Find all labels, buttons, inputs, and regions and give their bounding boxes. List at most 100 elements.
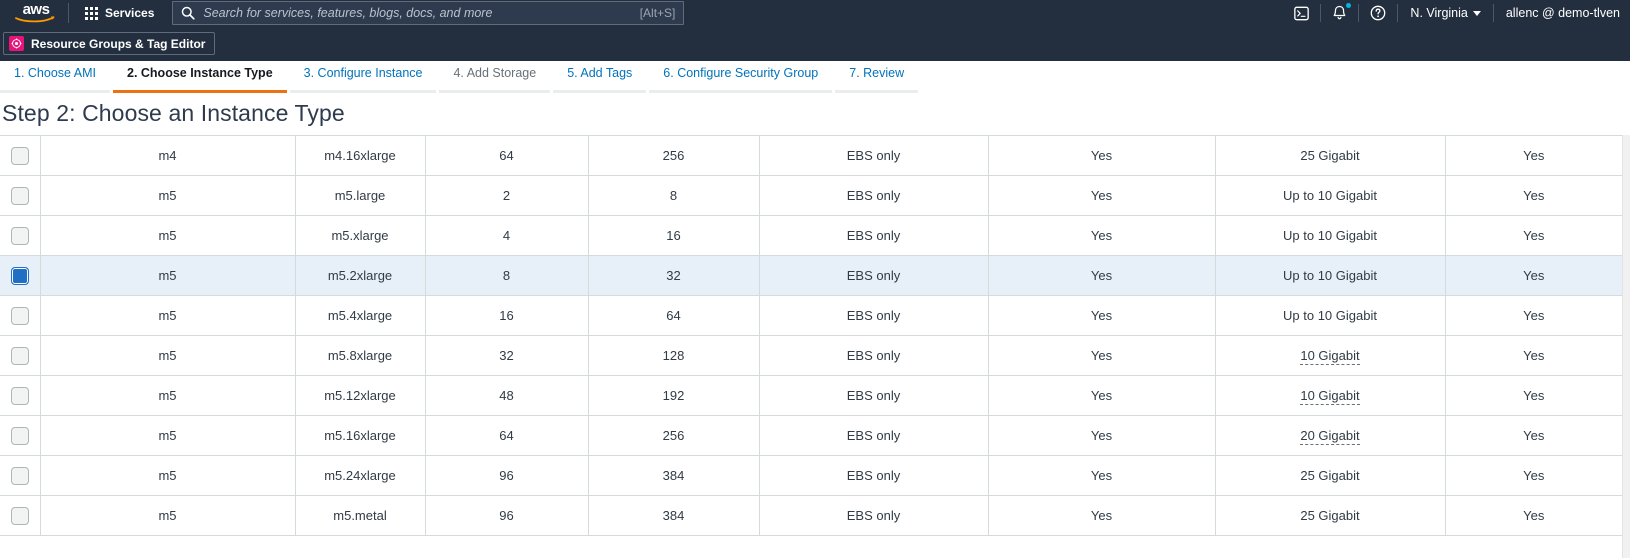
row-select-checkbox[interactable] (10, 226, 29, 245)
cloudshell-button[interactable] (1283, 0, 1320, 26)
ipv6-support-cell: Yes (1445, 135, 1622, 176)
instance-family-cell: m5 (40, 295, 296, 336)
instance-family-cell: m5 (40, 335, 296, 376)
region-label: N. Virginia (1410, 6, 1468, 20)
network-performance-cell: 10 Gigabit (1215, 375, 1446, 416)
wizard-step-4[interactable]: 4. Add Storage (439, 61, 551, 93)
global-search-box[interactable]: Search for services, features, blogs, do… (172, 1, 685, 25)
network-performance-tooltip-link[interactable]: 20 Gigabit (1300, 428, 1360, 445)
favorites-bar: Resource Groups & Tag Editor (0, 26, 1630, 61)
table-row[interactable]: m5 m5.2xlarge 8 32 EBS only Yes Up to 10 Gigab… (0, 255, 1622, 296)
services-menu-button[interactable]: Services (75, 0, 164, 26)
notifications-button[interactable] (1321, 0, 1358, 26)
search-icon (182, 6, 195, 20)
instance-type-cell: m4.16xlarge (295, 135, 426, 176)
network-performance-tooltip-link[interactable]: 10 Gigabit (1300, 388, 1360, 405)
instance-family-cell: m4 (40, 135, 296, 176)
row-select-cell[interactable] (0, 455, 41, 496)
ebs-optimized-cell: Yes (988, 375, 1216, 416)
instance-type-cell: m5.large (295, 175, 426, 216)
row-select-checkbox[interactable] (10, 346, 29, 365)
search-input[interactable]: Search for services, features, blogs, do… (203, 6, 639, 20)
table-row[interactable]: m5 m5.8xlarge 32 128 EBS only Yes 10 Gigabit Ye… (0, 335, 1622, 376)
row-select-checkbox[interactable] (10, 386, 29, 405)
ebs-optimized-cell: Yes (988, 335, 1216, 376)
instance-family-cell: m5 (40, 375, 296, 416)
vcpus-cell: 64 (425, 135, 589, 176)
instance-storage-cell: EBS only (759, 415, 989, 456)
favorite-resource-groups[interactable]: Resource Groups & Tag Editor (3, 32, 216, 55)
vcpus-cell: 96 (425, 455, 589, 496)
vcpus-cell: 96 (425, 495, 589, 536)
table-row[interactable]: m5 m5.metal 96 384 EBS only Yes 25 Gigabit Yes (0, 495, 1622, 536)
top-navigation-bar: aws Services Search for services, featur… (0, 0, 1630, 26)
table-row[interactable]: m4 m4.16xlarge 64 256 EBS only Yes 25 Gigabit Y… (0, 135, 1622, 176)
network-performance-cell: 25 Gigabit (1215, 455, 1446, 496)
row-select-cell[interactable] (0, 375, 41, 416)
row-select-cell[interactable] (0, 295, 41, 336)
row-select-checkbox[interactable] (10, 186, 29, 205)
network-performance-cell: 20 Gigabit (1215, 415, 1446, 456)
table-row[interactable]: m5 m5.large 2 8 EBS only Yes Up to 10 Gigabit Y… (0, 175, 1622, 216)
row-select-cell[interactable] (0, 255, 41, 296)
row-select-cell[interactable] (0, 415, 41, 456)
instance-storage-cell: EBS only (759, 495, 989, 536)
instance-type-table-container[interactable]: m4 m4.16xlarge 64 256 EBS only Yes 25 Gigabit Y… (0, 135, 1630, 558)
aws-swoosh-icon (15, 16, 55, 23)
aws-logo[interactable]: aws (10, 0, 62, 26)
account-menu[interactable]: allenc @ demo-tlven (1494, 0, 1630, 26)
vcpus-cell: 2 (425, 175, 589, 216)
instance-storage-cell: EBS only (759, 175, 989, 216)
memory-cell: 256 (588, 415, 760, 456)
row-select-cell[interactable] (0, 495, 41, 536)
account-label: allenc @ demo-tlven (1505, 6, 1620, 20)
instance-storage-cell: EBS only (759, 335, 989, 376)
memory-cell: 384 (588, 495, 760, 536)
instance-storage-cell: EBS only (759, 455, 989, 496)
ipv6-support-cell: Yes (1445, 335, 1622, 376)
help-button[interactable] (1359, 0, 1397, 26)
wizard-step-label: 3. Configure Instance (303, 66, 423, 80)
row-select-checkbox[interactable] (10, 466, 29, 485)
instance-type-cell: m5.4xlarge (295, 295, 426, 336)
row-select-checkbox[interactable] (10, 306, 29, 325)
instance-type-cell: m5.8xlarge (295, 335, 426, 376)
region-selector[interactable]: N. Virginia (1398, 0, 1492, 26)
wizard-step-7[interactable]: 7. Review (835, 61, 919, 93)
network-performance-cell: 25 Gigabit (1215, 495, 1446, 536)
help-circle-icon (1371, 5, 1386, 21)
services-label: Services (105, 6, 155, 20)
vcpus-cell: 48 (425, 375, 589, 416)
vcpus-cell: 32 (425, 335, 589, 376)
row-select-cell[interactable] (0, 335, 41, 376)
instance-type-table: m4 m4.16xlarge 64 256 EBS only Yes 25 Gigabit Y… (0, 135, 1622, 536)
instance-storage-cell: EBS only (759, 215, 989, 256)
table-row[interactable]: m5 m5.xlarge 4 16 EBS only Yes Up to 10 Gigabi… (0, 215, 1622, 256)
network-performance-tooltip-link[interactable]: 10 Gigabit (1300, 348, 1360, 365)
memory-cell: 128 (588, 335, 760, 376)
wizard-step-5[interactable]: 5. Add Tags (553, 61, 647, 93)
ipv6-support-cell: Yes (1445, 215, 1622, 256)
wizard-step-1[interactable]: 1. Choose AMI (0, 61, 110, 93)
row-select-cell[interactable] (0, 175, 41, 216)
wizard-step-6[interactable]: 6. Configure Security Group (649, 61, 833, 93)
table-row[interactable]: m5 m5.12xlarge 48 192 EBS only Yes 10 Gigabit Y… (0, 375, 1622, 416)
row-select-checkbox[interactable] (10, 146, 29, 165)
wizard-step-2[interactable]: 2. Choose Instance Type (113, 61, 287, 93)
network-performance-cell: 25 Gigabit (1215, 135, 1446, 176)
table-vertical-scrollbar[interactable] (1622, 135, 1630, 558)
row-select-cell[interactable] (0, 135, 41, 176)
row-select-checkbox[interactable] (10, 506, 29, 525)
row-select-checkbox[interactable] (10, 266, 29, 285)
instance-storage-cell: EBS only (759, 255, 989, 296)
row-select-cell[interactable] (0, 215, 41, 256)
ipv6-support-cell: Yes (1445, 255, 1622, 296)
memory-cell: 384 (588, 455, 760, 496)
table-row[interactable]: m5 m5.4xlarge 16 64 EBS only Yes Up to 10 Giga… (0, 295, 1622, 336)
ebs-optimized-cell: Yes (988, 135, 1216, 176)
ipv6-support-cell: Yes (1445, 495, 1622, 536)
table-row[interactable]: m5 m5.16xlarge 64 256 EBS only Yes 20 Gigabit Y… (0, 415, 1622, 456)
wizard-step-3[interactable]: 3. Configure Instance (289, 61, 437, 93)
row-select-checkbox[interactable] (10, 426, 29, 445)
table-row[interactable]: m5 m5.24xlarge 96 384 EBS only Yes 25 Gigabit Y… (0, 455, 1622, 496)
